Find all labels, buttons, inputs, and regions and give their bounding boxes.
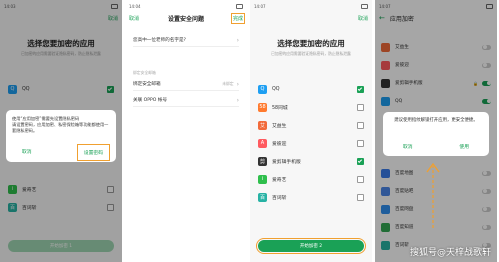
app-row-58[interactable]: 58 58同城: [258, 100, 364, 114]
dialog-text: 建议使用指纹解锁打开应用，更安全便捷。: [394, 118, 478, 123]
aijianji-icon: 剪: [258, 156, 267, 166]
app-checkbox[interactable]: [357, 121, 364, 129]
app-row-iqiyi[interactable]: i 爱奇艺: [258, 172, 364, 186]
chevron-right-icon: ›: [236, 96, 239, 104]
app-label: 58同城: [272, 105, 288, 111]
chevron-right-icon: ›: [236, 36, 239, 44]
nav-title: 设置安全问题: [167, 15, 204, 23]
nav-bar: 取消: [254, 12, 368, 24]
pointer-arrow-icon: [426, 162, 440, 228]
link-oppo-account-label: 关联 OPPO 帐号: [133, 98, 168, 103]
app-row-qq[interactable]: Q QQ: [258, 82, 364, 96]
qq-icon: Q: [258, 84, 267, 94]
app-row-airbnb[interactable]: A 爱彼迎: [258, 136, 364, 150]
screenshot-stage: 14:03 取消 选择您要加密的应用 已加密的应用需要验证隐私密码，防止隐私泄露…: [0, 0, 499, 262]
nav-bar: 取消 设置安全问题 完成: [129, 12, 245, 24]
status-bar: 14:07: [254, 2, 368, 10]
app-row-baicizhan[interactable]: 百 百词斩: [258, 190, 364, 204]
aiyisheng-icon: 艾: [258, 120, 267, 130]
airbnb-icon: A: [258, 138, 267, 148]
app-label: 爱剪辑手机版: [272, 159, 301, 165]
baicizhan-icon: 百: [258, 192, 267, 202]
battery-icon: [361, 3, 368, 9]
status-time: 14:04: [129, 3, 141, 9]
app-label: 艾益生: [272, 123, 287, 129]
app-row-aiyisheng[interactable]: 艾 艾益生: [258, 118, 364, 132]
dialog-text: 使用“应用加密”需要先设置隐私密码 请设置密码，应用加密、私密保险箱等功能都使用…: [12, 116, 109, 133]
cancel-link[interactable]: 取消: [129, 15, 139, 22]
set-password-button[interactable]: 设置密码: [76, 144, 111, 161]
app-row-aijianji[interactable]: 剪 爱剪辑手机版: [258, 154, 364, 168]
security-question-label: 您高中一位老师的名字是?: [133, 38, 186, 43]
app-label: 百词斩: [272, 195, 287, 201]
page-title: 选择您要加密的应用: [277, 39, 345, 48]
app-checkbox[interactable]: [357, 139, 364, 147]
dialog-cancel-button[interactable]: 取消: [22, 148, 32, 155]
status-time: 14:07: [254, 3, 266, 9]
done-button[interactable]: 完成: [230, 12, 245, 24]
phone-screen-4: 14:07 ← 应用加密 艾益生 爱彼迎 爱剪辑手机版 🔒 QQ 百度地图 百度…: [375, 0, 497, 262]
dialog-cancel-button[interactable]: 取消: [403, 143, 413, 150]
bind-email-row[interactable]: 绑定安全邮箱 未绑定 ›: [133, 78, 239, 91]
status-icons: [236, 3, 243, 9]
battery-icon: [236, 3, 243, 9]
page-subtitle: 已加密的应用需要验证隐私密码，防止隐私泄露: [271, 51, 351, 56]
app-checkbox[interactable]: [357, 175, 364, 183]
app-label: QQ: [272, 86, 280, 92]
status-icons: [361, 3, 368, 9]
security-question-row[interactable]: 您高中一位老师的名字是? ›: [133, 34, 239, 47]
iqiyi-icon: i: [258, 174, 267, 184]
fingerprint-dialog: 建议使用指纹解锁打开应用，更安全便捷。 取消 使用: [383, 112, 489, 156]
bind-email-status: 未绑定: [222, 81, 234, 86]
app-checkbox[interactable]: [357, 193, 364, 201]
section-label: 绑定安全邮箱: [133, 70, 156, 75]
phone-screen-1: 14:03 取消 选择您要加密的应用 已加密的应用需要验证隐私密码，防止隐私泄露…: [0, 0, 122, 262]
link-oppo-account-row[interactable]: 关联 OPPO 帐号 ›: [133, 94, 239, 107]
app-label: 爱奇艺: [272, 177, 287, 183]
status-bar: 14:04: [129, 2, 243, 10]
start-encrypt-button[interactable]: 开始加密 2: [256, 238, 366, 254]
phone-screen-2: 14:04 取消 设置安全问题 完成 您高中一位老师的名字是? › 绑定安全邮箱…: [125, 0, 247, 262]
cancel-link[interactable]: 取消: [358, 15, 368, 22]
app-label: 爱彼迎: [272, 141, 287, 147]
use-fingerprint-button[interactable]: 使用: [459, 143, 469, 150]
phone-screen-3: 14:07 取消 选择您要加密的应用 已加密的应用需要验证隐私密码，防止隐私泄露…: [250, 0, 372, 262]
bind-email-label: 绑定安全邮箱: [133, 82, 161, 87]
app-checkbox[interactable]: [357, 85, 364, 93]
app-checkbox[interactable]: [357, 103, 364, 111]
58-icon: 58: [258, 102, 267, 112]
chevron-right-icon: ›: [236, 80, 239, 88]
watermark: 搜狐号@天梓战歌轩: [409, 248, 491, 258]
app-checkbox[interactable]: [357, 157, 364, 165]
set-password-dialog: 使用“应用加密”需要先设置隐私密码 请设置密码，应用加密、私密保险箱等功能都使用…: [6, 110, 116, 162]
